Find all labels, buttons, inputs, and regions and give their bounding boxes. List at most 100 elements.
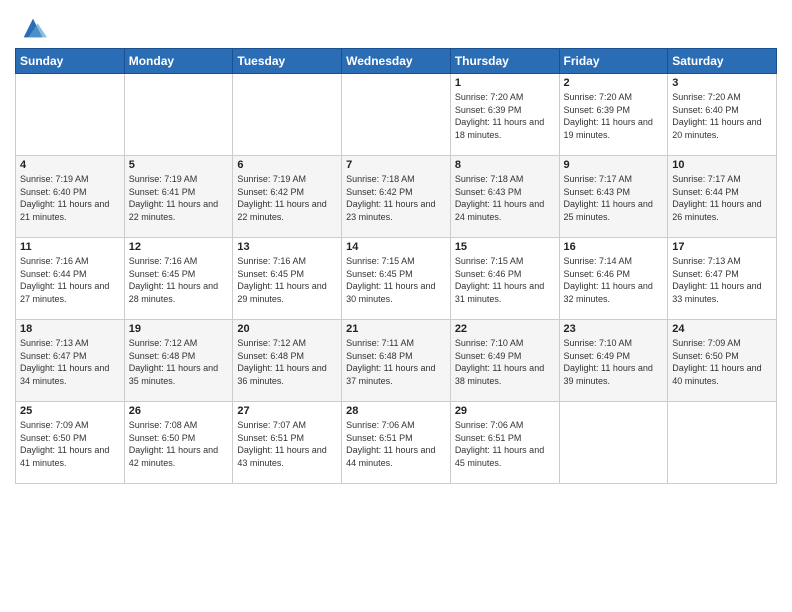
day-info: Sunrise: 7:13 AM Sunset: 6:47 PM Dayligh… xyxy=(672,255,772,305)
calendar-day-cell xyxy=(342,74,451,156)
day-info: Sunrise: 7:10 AM Sunset: 6:49 PM Dayligh… xyxy=(455,337,555,387)
day-number: 20 xyxy=(237,323,337,335)
calendar-day-cell: 16 Sunrise: 7:14 AM Sunset: 6:46 PM Dayli… xyxy=(559,238,668,320)
calendar-day-cell: 23 Sunrise: 7:10 AM Sunset: 6:49 PM Dayli… xyxy=(559,320,668,402)
day-info: Sunrise: 7:15 AM Sunset: 6:45 PM Dayligh… xyxy=(346,255,446,305)
header xyxy=(15,10,777,42)
calendar-day-cell: 29 Sunrise: 7:06 AM Sunset: 6:51 PM Dayli… xyxy=(450,402,559,484)
day-number: 10 xyxy=(672,159,772,171)
day-info: Sunrise: 7:19 AM Sunset: 6:42 PM Dayligh… xyxy=(237,173,337,223)
calendar-day-cell xyxy=(124,74,233,156)
weekday-header: Monday xyxy=(124,49,233,74)
day-info: Sunrise: 7:20 AM Sunset: 6:40 PM Dayligh… xyxy=(672,91,772,141)
day-number: 8 xyxy=(455,159,555,171)
calendar-day-cell: 4 Sunrise: 7:19 AM Sunset: 6:40 PM Daylig… xyxy=(16,156,125,238)
day-info: Sunrise: 7:15 AM Sunset: 6:46 PM Dayligh… xyxy=(455,255,555,305)
day-number: 2 xyxy=(564,77,664,89)
day-number: 6 xyxy=(237,159,337,171)
day-info: Sunrise: 7:12 AM Sunset: 6:48 PM Dayligh… xyxy=(129,337,229,387)
calendar-day-cell: 6 Sunrise: 7:19 AM Sunset: 6:42 PM Daylig… xyxy=(233,156,342,238)
day-number: 13 xyxy=(237,241,337,253)
day-number: 11 xyxy=(20,241,120,253)
calendar-day-cell: 24Sunrise: 7:09 AM Sunset: 6:50 PM Dayli… xyxy=(668,320,777,402)
logo xyxy=(15,14,47,42)
calendar-day-cell: 15 Sunrise: 7:15 AM Sunset: 6:46 PM Dayli… xyxy=(450,238,559,320)
weekday-header: Friday xyxy=(559,49,668,74)
day-info: Sunrise: 7:17 AM Sunset: 6:44 PM Dayligh… xyxy=(672,173,772,223)
calendar-day-cell: 3Sunrise: 7:20 AM Sunset: 6:40 PM Daylig… xyxy=(668,74,777,156)
day-info: Sunrise: 7:16 AM Sunset: 6:45 PM Dayligh… xyxy=(129,255,229,305)
day-info: Sunrise: 7:10 AM Sunset: 6:49 PM Dayligh… xyxy=(564,337,664,387)
calendar-day-cell: 17 Sunrise: 7:13 AM Sunset: 6:47 PM Dayli… xyxy=(668,238,777,320)
day-info: Sunrise: 7:20 AM Sunset: 6:39 PM Dayligh… xyxy=(564,91,664,141)
calendar-day-cell xyxy=(559,402,668,484)
calendar-week-row: 25Sunrise: 7:09 AM Sunset: 6:50 PM Dayli… xyxy=(16,402,777,484)
calendar-day-cell: 2 Sunrise: 7:20 AM Sunset: 6:39 PM Daylig… xyxy=(559,74,668,156)
day-number: 9 xyxy=(564,159,664,171)
day-info: Sunrise: 7:06 AM Sunset: 6:51 PM Dayligh… xyxy=(346,419,446,469)
calendar-day-cell: 12 Sunrise: 7:16 AM Sunset: 6:45 PM Dayli… xyxy=(124,238,233,320)
calendar-day-cell: 19 Sunrise: 7:12 AM Sunset: 6:48 PM Dayli… xyxy=(124,320,233,402)
calendar-day-cell: 7 Sunrise: 7:18 AM Sunset: 6:42 PM Daylig… xyxy=(342,156,451,238)
calendar-day-cell: 21 Sunrise: 7:11 AM Sunset: 6:48 PM Dayli… xyxy=(342,320,451,402)
day-number: 1 xyxy=(455,77,555,89)
calendar-day-cell xyxy=(233,74,342,156)
calendar-week-row: 11 Sunrise: 7:16 AM Sunset: 6:44 PM Dayli… xyxy=(16,238,777,320)
day-info: Sunrise: 7:17 AM Sunset: 6:43 PM Dayligh… xyxy=(564,173,664,223)
weekday-header: Sunday xyxy=(16,49,125,74)
day-number: 4 xyxy=(20,159,120,171)
calendar-day-cell: 10 Sunrise: 7:17 AM Sunset: 6:44 PM Dayli… xyxy=(668,156,777,238)
day-number: 17 xyxy=(672,241,772,253)
day-number: 21 xyxy=(346,323,446,335)
calendar-day-cell: 14 Sunrise: 7:15 AM Sunset: 6:45 PM Dayli… xyxy=(342,238,451,320)
day-number: 5 xyxy=(129,159,229,171)
calendar-day-cell: 1 Sunrise: 7:20 AM Sunset: 6:39 PM Daylig… xyxy=(450,74,559,156)
logo-icon xyxy=(19,14,47,42)
calendar-day-cell: 20 Sunrise: 7:12 AM Sunset: 6:48 PM Dayli… xyxy=(233,320,342,402)
calendar-day-cell: 22 Sunrise: 7:10 AM Sunset: 6:49 PM Dayli… xyxy=(450,320,559,402)
calendar-week-row: 18Sunrise: 7:13 AM Sunset: 6:47 PM Dayli… xyxy=(16,320,777,402)
day-info: Sunrise: 7:12 AM Sunset: 6:48 PM Dayligh… xyxy=(237,337,337,387)
day-info: Sunrise: 7:06 AM Sunset: 6:51 PM Dayligh… xyxy=(455,419,555,469)
day-number: 14 xyxy=(346,241,446,253)
calendar-day-cell xyxy=(16,74,125,156)
day-number: 15 xyxy=(455,241,555,253)
calendar-table: SundayMondayTuesdayWednesdayThursdayFrid… xyxy=(15,48,777,484)
day-info: Sunrise: 7:14 AM Sunset: 6:46 PM Dayligh… xyxy=(564,255,664,305)
day-info: Sunrise: 7:19 AM Sunset: 6:41 PM Dayligh… xyxy=(129,173,229,223)
day-info: Sunrise: 7:11 AM Sunset: 6:48 PM Dayligh… xyxy=(346,337,446,387)
day-number: 29 xyxy=(455,405,555,417)
calendar-day-cell: 11 Sunrise: 7:16 AM Sunset: 6:44 PM Dayli… xyxy=(16,238,125,320)
day-number: 16 xyxy=(564,241,664,253)
weekday-header: Tuesday xyxy=(233,49,342,74)
calendar-day-cell xyxy=(668,402,777,484)
day-number: 12 xyxy=(129,241,229,253)
day-info: Sunrise: 7:20 AM Sunset: 6:39 PM Dayligh… xyxy=(455,91,555,141)
calendar-day-cell: 25Sunrise: 7:09 AM Sunset: 6:50 PM Dayli… xyxy=(16,402,125,484)
calendar-day-cell: 28 Sunrise: 7:06 AM Sunset: 6:51 PM Dayli… xyxy=(342,402,451,484)
day-number: 26 xyxy=(129,405,229,417)
day-info: Sunrise: 7:16 AM Sunset: 6:45 PM Dayligh… xyxy=(237,255,337,305)
day-number: 23 xyxy=(564,323,664,335)
weekday-header: Wednesday xyxy=(342,49,451,74)
day-info: Sunrise: 7:16 AM Sunset: 6:44 PM Dayligh… xyxy=(20,255,120,305)
day-number: 19 xyxy=(129,323,229,335)
calendar-day-cell: 27 Sunrise: 7:07 AM Sunset: 6:51 PM Dayli… xyxy=(233,402,342,484)
day-number: 22 xyxy=(455,323,555,335)
day-info: Sunrise: 7:19 AM Sunset: 6:40 PM Dayligh… xyxy=(20,173,120,223)
day-number: 7 xyxy=(346,159,446,171)
weekday-header: Saturday xyxy=(668,49,777,74)
day-number: 27 xyxy=(237,405,337,417)
calendar-day-cell: 13 Sunrise: 7:16 AM Sunset: 6:45 PM Dayli… xyxy=(233,238,342,320)
calendar-day-cell: 26 Sunrise: 7:08 AM Sunset: 6:50 PM Dayli… xyxy=(124,402,233,484)
day-info: Sunrise: 7:18 AM Sunset: 6:42 PM Dayligh… xyxy=(346,173,446,223)
day-info: Sunrise: 7:07 AM Sunset: 6:51 PM Dayligh… xyxy=(237,419,337,469)
day-number: 24 xyxy=(672,323,772,335)
day-info: Sunrise: 7:08 AM Sunset: 6:50 PM Dayligh… xyxy=(129,419,229,469)
calendar-day-cell: 8Sunrise: 7:18 AM Sunset: 6:43 PM Daylig… xyxy=(450,156,559,238)
day-number: 18 xyxy=(20,323,120,335)
calendar-day-cell: 9 Sunrise: 7:17 AM Sunset: 6:43 PM Daylig… xyxy=(559,156,668,238)
calendar-week-row: 1 Sunrise: 7:20 AM Sunset: 6:39 PM Daylig… xyxy=(16,74,777,156)
day-info: Sunrise: 7:09 AM Sunset: 6:50 PM Dayligh… xyxy=(20,419,120,469)
day-number: 28 xyxy=(346,405,446,417)
